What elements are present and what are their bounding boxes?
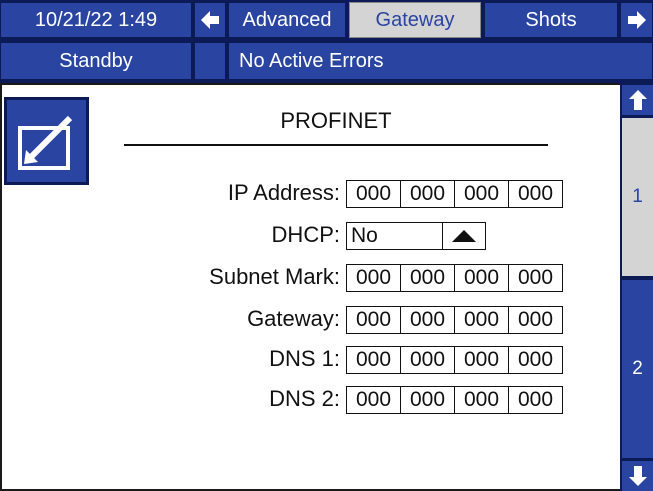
dhcp-select[interactable]: No bbox=[346, 222, 486, 250]
subnet-octet-1[interactable]: 000 bbox=[347, 265, 401, 291]
dhcp-dropdown-button[interactable] bbox=[443, 223, 485, 249]
ip-octet-4[interactable]: 000 bbox=[509, 181, 562, 207]
tab-next-button[interactable] bbox=[620, 2, 653, 38]
dns2-field[interactable]: 000 000 000 000 bbox=[346, 386, 563, 414]
datetime-display: 10/21/22 1:49 bbox=[0, 2, 192, 38]
arrow-down-icon bbox=[628, 466, 647, 486]
gateway-label: Gateway: bbox=[247, 306, 340, 331]
dns2-octet-1[interactable]: 000 bbox=[347, 387, 401, 413]
edit-icon bbox=[17, 115, 72, 170]
subnet-mask-field[interactable]: 000 000 000 000 bbox=[346, 264, 563, 292]
gateway-octet-3[interactable]: 000 bbox=[455, 307, 509, 333]
subnet-mask-label: Subnet Mark: bbox=[209, 264, 340, 289]
dns1-octet-4[interactable]: 000 bbox=[509, 347, 562, 373]
ip-octet-2[interactable]: 000 bbox=[401, 181, 455, 207]
gateway-octet-1[interactable]: 000 bbox=[347, 307, 401, 333]
dns2-octet-4[interactable]: 000 bbox=[509, 387, 562, 413]
status-mode: Standby bbox=[0, 42, 192, 80]
page-title: PROFINET bbox=[280, 108, 392, 133]
subnet-octet-2[interactable]: 000 bbox=[401, 265, 455, 291]
edit-button[interactable] bbox=[4, 97, 89, 185]
scroll-up-button[interactable] bbox=[622, 85, 653, 115]
page-2-button[interactable]: 2 bbox=[622, 280, 653, 458]
status-errors: No Active Errors bbox=[228, 42, 653, 80]
dns1-octet-1[interactable]: 000 bbox=[347, 347, 401, 373]
gateway-octet-4[interactable]: 000 bbox=[509, 307, 562, 333]
tab-advanced[interactable]: Advanced bbox=[228, 2, 346, 38]
ip-octet-1[interactable]: 000 bbox=[347, 181, 401, 207]
page-1-button[interactable]: 1 bbox=[622, 118, 653, 276]
gateway-octet-2[interactable]: 000 bbox=[401, 307, 455, 333]
arrow-left-icon bbox=[201, 11, 219, 29]
dns2-octet-3[interactable]: 000 bbox=[455, 387, 509, 413]
scroll-down-button[interactable] bbox=[622, 461, 653, 491]
dns1-label: DNS 1: bbox=[269, 346, 340, 371]
dns1-field[interactable]: 000 000 000 000 bbox=[346, 346, 563, 374]
dns1-octet-3[interactable]: 000 bbox=[455, 347, 509, 373]
status-spacer bbox=[194, 42, 226, 80]
ip-octet-3[interactable]: 000 bbox=[455, 181, 509, 207]
subnet-octet-3[interactable]: 000 bbox=[455, 265, 509, 291]
dhcp-value: No bbox=[347, 223, 443, 249]
arrow-right-icon bbox=[627, 11, 646, 29]
tab-prev-button[interactable] bbox=[194, 2, 226, 38]
dns2-label: DNS 2: bbox=[269, 386, 340, 411]
gateway-field[interactable]: 000 000 000 000 bbox=[346, 306, 563, 334]
dns1-octet-2[interactable]: 000 bbox=[401, 347, 455, 373]
subnet-octet-4[interactable]: 000 bbox=[509, 265, 562, 291]
dhcp-label: DHCP: bbox=[271, 222, 340, 247]
arrow-up-icon bbox=[628, 90, 647, 110]
tab-gateway[interactable]: Gateway bbox=[349, 2, 481, 38]
dns2-octet-2[interactable]: 000 bbox=[401, 387, 455, 413]
triangle-up-icon bbox=[452, 230, 476, 242]
ip-address-label: IP Address: bbox=[227, 180, 340, 205]
tab-shots[interactable]: Shots bbox=[484, 2, 618, 38]
ip-address-field[interactable]: 000 000 000 000 bbox=[346, 180, 563, 208]
title-divider bbox=[124, 144, 548, 146]
